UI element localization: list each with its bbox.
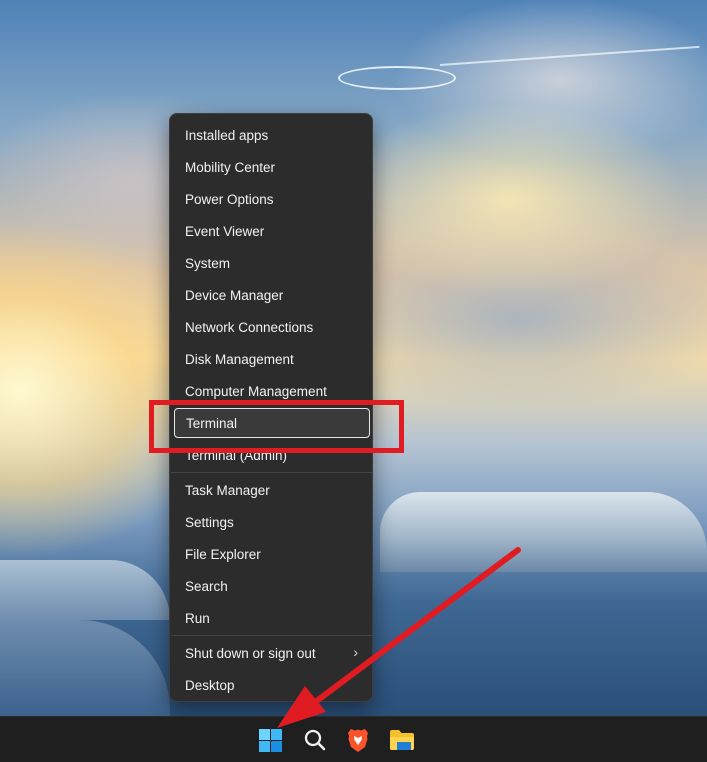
menu-item-label: Shut down or sign out (185, 645, 316, 661)
menu-divider (171, 635, 373, 636)
annotation-highlight-box (149, 400, 404, 453)
menu-item-label: System (185, 255, 231, 271)
menu-item-label: Settings (185, 514, 234, 530)
chevron-right-icon: › (353, 644, 358, 660)
menu-item-installed-apps[interactable]: Installed apps (174, 120, 370, 150)
menu-item-power-options[interactable]: Power Options (174, 184, 370, 214)
search-icon (304, 729, 326, 751)
menu-item-label: Search (185, 578, 228, 594)
brave-browser-button[interactable] (342, 724, 374, 756)
taskbar (0, 716, 707, 762)
menu-item-search[interactable]: Search (174, 571, 370, 601)
menu-item-label: Device Manager (185, 287, 284, 303)
brave-browser-icon (348, 729, 368, 752)
menu-item-label: Disk Management (185, 351, 294, 367)
menu-item-label: File Explorer (185, 546, 261, 562)
menu-divider (171, 472, 373, 473)
wallpaper-halo-trail (439, 45, 700, 66)
menu-item-run[interactable]: Run (174, 603, 370, 633)
wallpaper-ice-left (0, 560, 170, 620)
menu-item-label: Power Options (185, 191, 274, 207)
menu-item-system[interactable]: System (174, 248, 370, 278)
menu-item-label: Mobility Center (185, 159, 276, 175)
start-button[interactable] (254, 724, 286, 756)
menu-item-label: Event Viewer (185, 223, 265, 239)
menu-item-task-manager[interactable]: Task Manager (174, 475, 370, 505)
menu-item-settings[interactable]: Settings (174, 507, 370, 537)
file-explorer-icon (390, 730, 414, 750)
menu-item-device-manager[interactable]: Device Manager (174, 280, 370, 310)
menu-item-disk-management[interactable]: Disk Management (174, 344, 370, 374)
menu-item-label: Network Connections (185, 319, 314, 335)
menu-item-mobility-center[interactable]: Mobility Center (174, 152, 370, 182)
menu-item-desktop[interactable]: Desktop (174, 670, 370, 700)
windows-start-icon (258, 728, 282, 752)
wallpaper-ice-right (380, 492, 707, 572)
file-explorer-button[interactable] (386, 724, 418, 756)
wallpaper-halo (338, 66, 456, 90)
menu-item-label: Installed apps (185, 127, 269, 143)
menu-item-label: Task Manager (185, 482, 270, 498)
menu-item-file-explorer[interactable]: File Explorer (174, 539, 370, 569)
menu-item-network-connections[interactable]: Network Connections (174, 312, 370, 342)
taskbar-search-button[interactable] (299, 724, 331, 756)
menu-item-event-viewer[interactable]: Event Viewer (174, 216, 370, 246)
menu-item-label: Run (185, 610, 210, 626)
menu-item-label: Desktop (185, 677, 235, 693)
menu-item-shut-down-or-sign-out[interactable]: Shut down or sign out › (174, 638, 370, 668)
wallpaper-ice-left-lower (0, 620, 170, 716)
menu-item-label: Computer Management (185, 383, 327, 399)
